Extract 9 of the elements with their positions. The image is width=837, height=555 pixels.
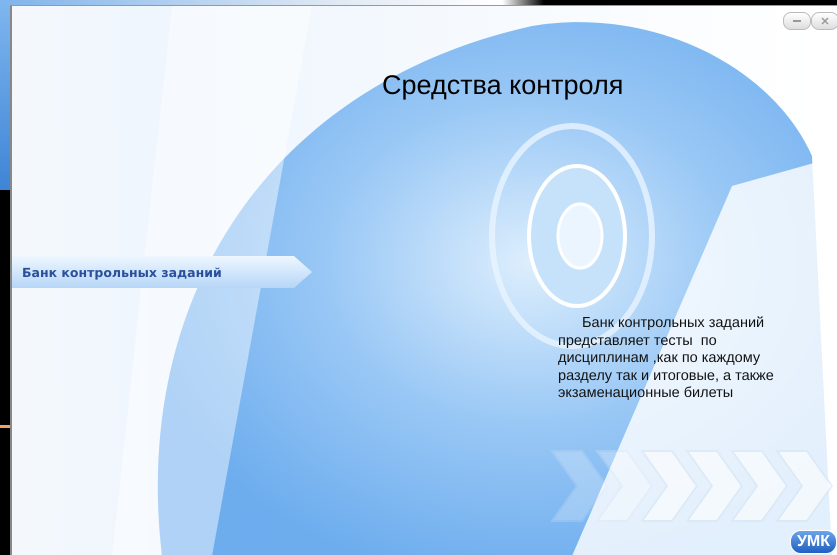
- minimize-icon: [793, 20, 801, 22]
- logo-badge: УМК: [790, 530, 837, 554]
- close-button[interactable]: [811, 12, 837, 30]
- description-text: Банк контрольных заданий представляет тесты по дисциплинам ,как по каждому разделу так и итоговые, а также экзаменационные билеты: [558, 315, 775, 403]
- close-icon: [821, 17, 829, 25]
- menu-item[interactable]: Банк контрольных заданий: [12, 256, 312, 288]
- background-mark: [0, 425, 10, 428]
- minimize-button[interactable]: [783, 12, 811, 30]
- page-heading: Средства контроля: [382, 70, 624, 101]
